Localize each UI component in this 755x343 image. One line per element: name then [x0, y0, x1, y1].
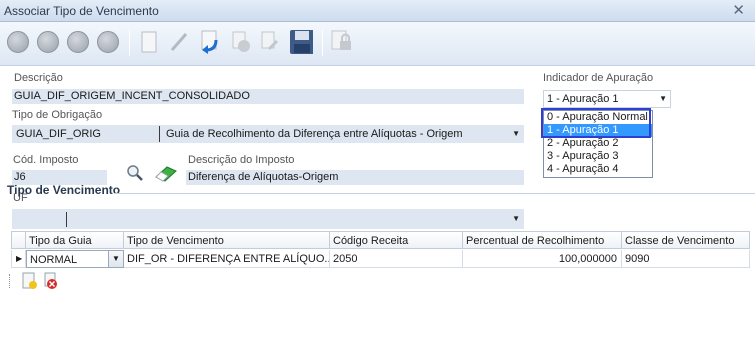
indicador-option[interactable]: 4 - Apuração 4 — [544, 163, 652, 176]
indicador-label: Indicador de Apuração — [543, 72, 654, 84]
descricao-label: Descrição — [14, 72, 63, 84]
row-indicator-arrow-icon: ▶ — [11, 250, 26, 268]
tipo-obrigacao-select[interactable]: GUIA_DIF_ORIG Guia de Recolhimento da Di… — [12, 125, 524, 143]
cancel-button[interactable] — [258, 30, 282, 54]
grid-cell-tipo-vencimento[interactable]: DIF_OR - DIFERENÇA ENTRE ALÍQUO... — [124, 250, 330, 268]
chevron-down-icon[interactable]: ▼ — [512, 126, 520, 142]
floppy-disk-icon — [290, 30, 313, 54]
next-record-icon — [67, 31, 89, 53]
chevron-down-icon[interactable]: ▼ — [512, 211, 520, 227]
close-icon[interactable]: ✕ — [732, 1, 745, 19]
toolbar-separator — [129, 30, 130, 56]
last-record-icon — [97, 31, 119, 53]
grid-cell-classe-vencimento[interactable]: 9090 — [622, 250, 750, 268]
section-title: Tipo de Vencimento — [7, 183, 121, 197]
grid-toolbar-grip — [9, 274, 11, 288]
lock-document-icon — [331, 30, 351, 50]
save-button[interactable] — [289, 30, 313, 54]
undo-button[interactable] — [198, 30, 222, 54]
grid-header-tipo-guia[interactable]: Tipo da Guia — [26, 231, 124, 249]
previous-record-button[interactable] — [36, 30, 60, 54]
grid-header-tipo-vencimento[interactable]: Tipo de Vencimento — [124, 231, 330, 249]
grid-header-percentual[interactable]: Percentual de Recolhimento — [463, 231, 622, 249]
tipo-obrigacao-description: Guia de Recolhimento da Diferença entre … — [166, 128, 463, 140]
window-title: Associar Tipo de Vencimento — [4, 4, 159, 18]
uf-select[interactable]: ▼ — [12, 209, 524, 229]
edit-pencil-icon — [170, 33, 188, 51]
window-titlebar: Associar Tipo de Vencimento ✕ — [0, 0, 755, 22]
column-divider — [159, 126, 160, 142]
next-record-button[interactable] — [66, 30, 90, 54]
tipo-obrigacao-label: Tipo de Obrigação — [12, 109, 103, 121]
cancel-document-icon — [261, 31, 279, 51]
column-divider — [66, 212, 67, 227]
chevron-down-icon[interactable]: ▼ — [108, 251, 123, 267]
grid-cell-tipo-guia[interactable]: NORMAL ▼ — [26, 250, 124, 268]
delete-row-icon[interactable] — [42, 272, 60, 290]
grid-row-indicator-header — [11, 231, 26, 249]
last-record-button[interactable] — [96, 30, 120, 54]
delete-button[interactable] — [229, 30, 253, 54]
indicador-selected-value: 1 - Apuração 1 — [547, 93, 619, 105]
undo-arrow-icon — [201, 30, 218, 54]
grid-cell-tipo-guia-value: NORMAL — [30, 254, 78, 266]
section-divider — [114, 193, 755, 194]
indicador-select[interactable]: 1 - Apuração 1 ▼ — [543, 90, 671, 108]
new-button[interactable] — [137, 30, 161, 54]
grid-cell-percentual[interactable]: 100,000000 — [463, 250, 622, 268]
previous-record-icon — [37, 31, 59, 53]
first-record-icon — [7, 31, 29, 53]
descricao-imposto-label: Descrição do Imposto — [188, 154, 295, 166]
eraser-icon[interactable] — [154, 166, 178, 182]
chevron-down-icon[interactable]: ▼ — [659, 91, 667, 107]
tipo-obrigacao-code: GUIA_DIF_ORIG — [16, 128, 101, 140]
search-icon[interactable] — [126, 164, 144, 182]
delete-icon — [232, 31, 250, 52]
new-document-icon — [141, 31, 157, 53]
toolbar-separator — [322, 30, 323, 56]
first-record-button[interactable] — [6, 30, 30, 54]
toolbar — [0, 22, 755, 66]
grid-header-codigo-receita[interactable]: Código Receita — [330, 231, 463, 249]
add-row-icon[interactable] — [20, 272, 38, 290]
indicador-option[interactable]: 2 - Apuração 2 — [544, 137, 652, 150]
cod-imposto-label: Cód. Imposto — [13, 154, 79, 166]
descricao-imposto-field[interactable]: Diferença de Alíquotas-Origem — [186, 170, 524, 185]
descricao-field[interactable]: GUIA_DIF_ORIGEM_INCENT_CONSOLIDADO — [12, 89, 524, 104]
dropdown-focus-highlight — [541, 108, 651, 138]
grid-cell-codigo-receita[interactable]: 2050 — [330, 250, 463, 268]
lock-button[interactable] — [330, 30, 354, 54]
edit-button[interactable] — [167, 30, 191, 54]
indicador-option[interactable]: 3 - Apuração 3 — [544, 150, 652, 163]
grid-header-classe-vencimento[interactable]: Classe de Vencimento — [622, 231, 750, 249]
